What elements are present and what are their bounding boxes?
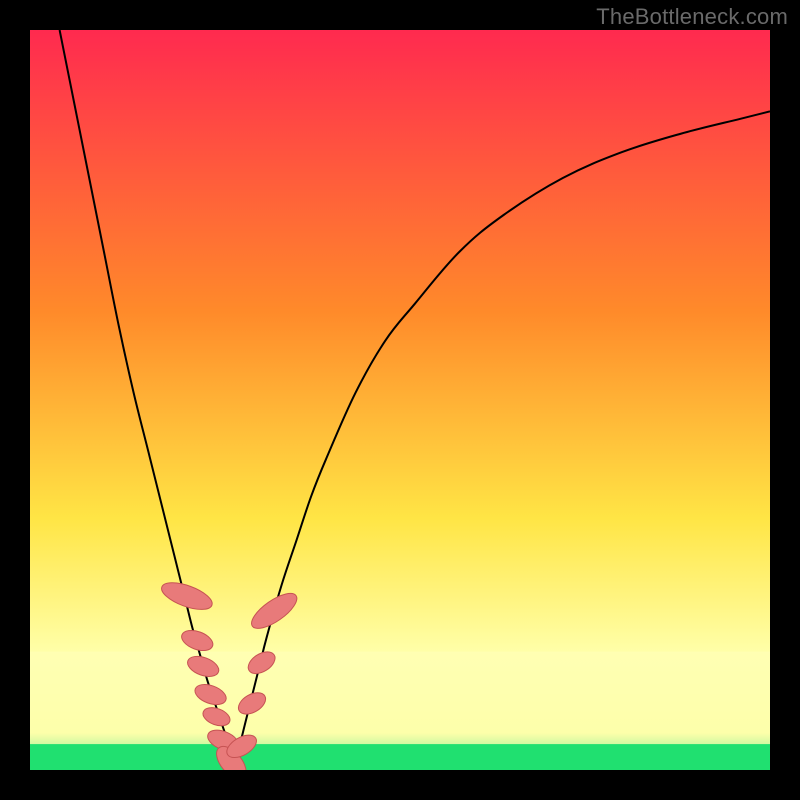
curve-marker bbox=[200, 704, 232, 729]
marker-group bbox=[158, 577, 302, 770]
curve-marker bbox=[244, 647, 279, 678]
curve-right-branch bbox=[233, 111, 770, 766]
watermark-text: TheBottleneck.com bbox=[596, 4, 788, 30]
plot-area bbox=[30, 30, 770, 770]
outer-frame: TheBottleneck.com bbox=[0, 0, 800, 800]
curve-marker bbox=[179, 627, 216, 655]
curve-layer bbox=[30, 30, 770, 770]
curve-marker bbox=[185, 652, 222, 680]
curve-left-branch bbox=[60, 30, 233, 766]
curve-marker bbox=[192, 681, 229, 709]
curve-marker bbox=[246, 587, 302, 635]
